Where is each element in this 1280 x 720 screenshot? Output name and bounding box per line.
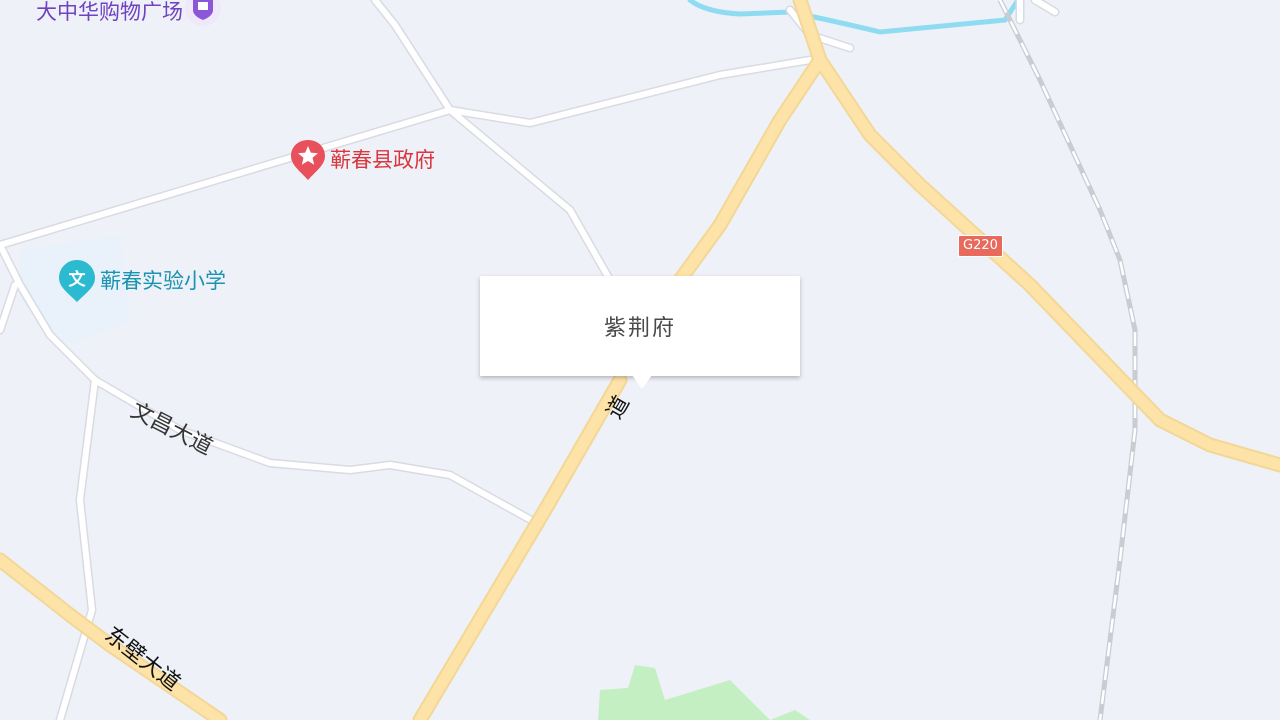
government-star-icon [290, 138, 326, 182]
park-area-2 [770, 710, 810, 720]
river [687, 0, 1021, 35]
route-shield-g220: G220 [958, 235, 1003, 257]
popup-title: 紫荆府 [603, 316, 676, 341]
popup-pointer [632, 375, 652, 389]
location-popup[interactable]: 紫荆府 [480, 276, 800, 376]
school-icon: 文 [58, 258, 96, 304]
railway [997, 0, 1138, 720]
park-area [598, 665, 770, 720]
poi-primary-school-label: 蕲春实验小学 [100, 268, 226, 293]
map-canvas[interactable]: 大中华购物广场 蕲春县政府 文 蕲春实验小学 文昌大道 东壁大道 道 G220 … [0, 0, 1280, 720]
shopping-bag-icon [183, 0, 223, 34]
poi-shopping-plaza[interactable]: 大中华购物广场 [36, 0, 223, 34]
poi-county-government[interactable]: 蕲春县政府 [290, 138, 435, 182]
poi-primary-school[interactable]: 文 蕲春实验小学 [58, 258, 226, 304]
svg-text:文: 文 [69, 269, 87, 290]
poi-county-government-label: 蕲春县政府 [330, 147, 435, 172]
poi-shopping-plaza-label: 大中华购物广场 [36, 0, 183, 24]
